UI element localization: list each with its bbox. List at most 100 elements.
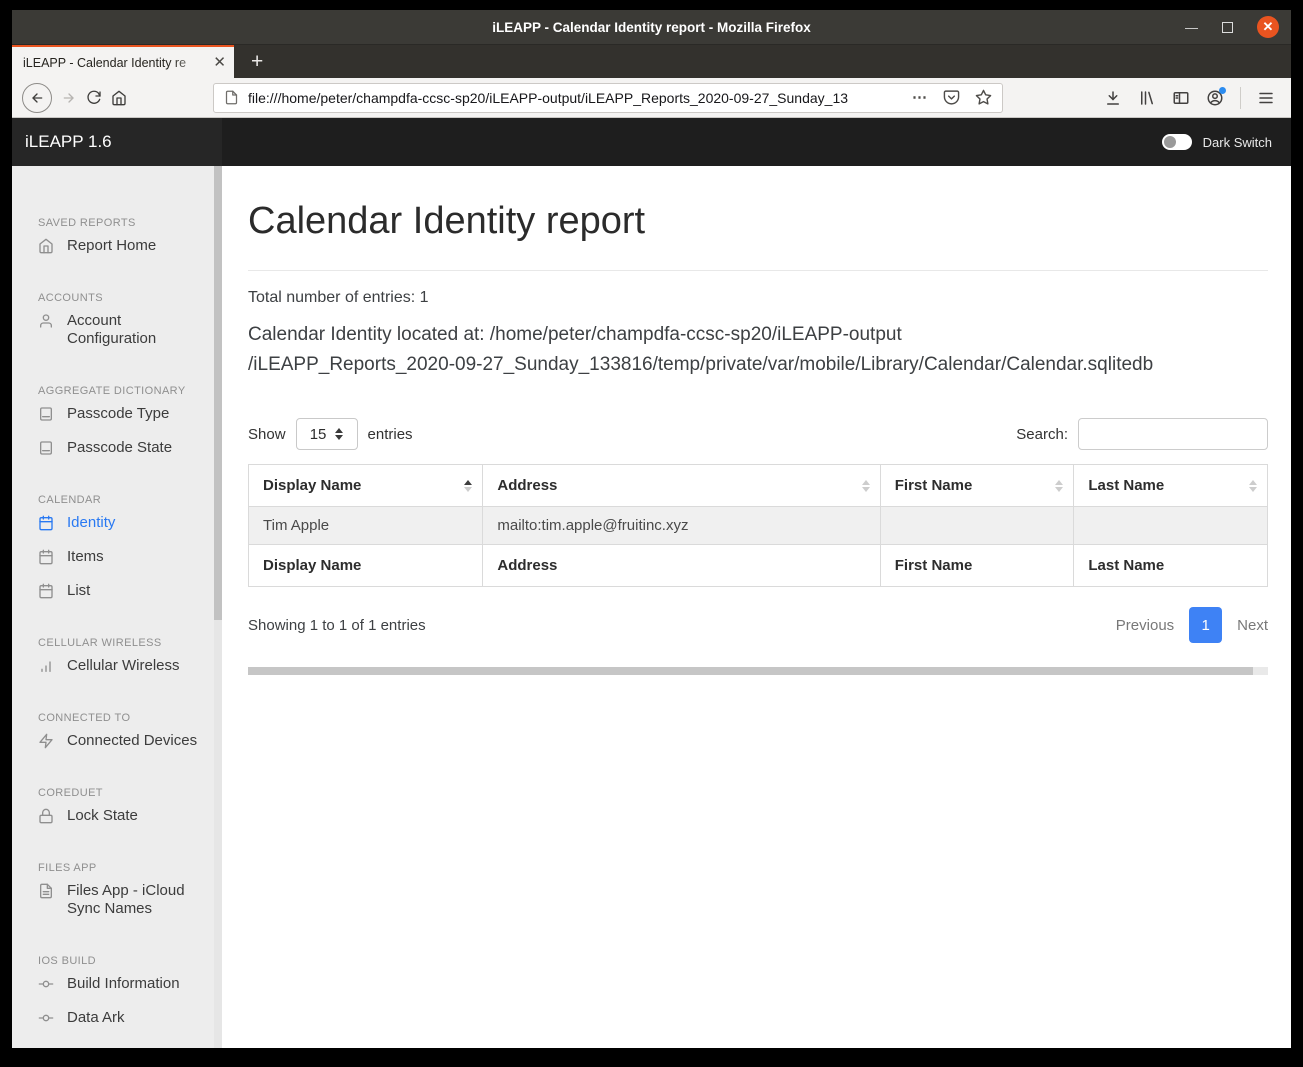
column-header-address[interactable]: Address [482, 464, 881, 508]
sidebar-item-identity[interactable]: Identity [12, 506, 222, 540]
calendar-icon [39, 515, 53, 531]
section-ios-build: IOS BUILD Build Information Data Ark [12, 955, 222, 1035]
section-title: CONNECTED TO [38, 712, 131, 724]
app-header-right: Dark Switch [222, 118, 1291, 166]
sidebar-toggle-icon[interactable] [1172, 89, 1190, 107]
file-text-icon [40, 883, 52, 899]
sidebar-item-connected-devices[interactable]: Connected Devices [12, 724, 222, 758]
reload-button[interactable] [86, 90, 102, 106]
tab-calendar-identity[interactable]: iLEAPP - Calendar Identity re ✕ [12, 45, 234, 78]
column-label: Last Name [1088, 477, 1165, 495]
page-length-value: 15 [309, 425, 327, 443]
sidebar-item-label: Connected Devices [67, 732, 198, 749]
search-input[interactable] [1078, 418, 1268, 451]
home-icon [112, 90, 126, 105]
search-label: Search: [1016, 425, 1068, 443]
sidebar-item-label: Data Ark [67, 1009, 125, 1026]
section-title: ACCOUNTS [38, 292, 103, 304]
sidebar-scrollbar[interactable] [214, 166, 222, 1048]
sidebar-item-items[interactable]: Items [12, 540, 222, 574]
page-length-control: Show 15 entries [248, 418, 413, 451]
bookmark-star-icon[interactable] [975, 89, 992, 106]
home-icon [39, 238, 53, 254]
tab-close-icon[interactable]: ✕ [213, 55, 226, 70]
section-files-app: FILES APP Files App - iCloud Sync Names [12, 862, 222, 926]
close-icon[interactable]: ✕ [1257, 16, 1279, 38]
toolbar-separator [1240, 86, 1241, 109]
sidebar-item-label: Items [67, 548, 104, 565]
minimize-icon[interactable]: — [1185, 21, 1198, 34]
page-title: Calendar Identity report [248, 200, 646, 242]
column-label: Address [497, 477, 558, 495]
sidebar-item-report-home[interactable]: Report Home [12, 229, 222, 263]
sidebar-item-account-configuration[interactable]: Account Configuration [12, 304, 222, 356]
tablet-icon [40, 407, 52, 421]
sidebar-item-cellular-wireless[interactable]: Cellular Wireless [12, 649, 222, 683]
sidebar-item-build-information[interactable]: Build Information [12, 967, 222, 1001]
search-control: Search: [1016, 418, 1268, 451]
window-titlebar: iLEAPP - Calendar Identity report - Mozi… [12, 10, 1291, 44]
window-title: iLEAPP - Calendar Identity report - Mozi… [492, 19, 811, 35]
cell-last-name [1073, 506, 1268, 546]
menu-hamburger-icon[interactable] [1257, 89, 1275, 107]
horizontal-scrollbar[interactable] [248, 667, 1268, 676]
back-arrow-icon [32, 92, 43, 103]
library-icon[interactable] [1138, 89, 1156, 107]
dark-mode-toggle[interactable] [1161, 134, 1192, 150]
column-header-last-name[interactable]: Last Name [1073, 464, 1268, 508]
sort-icon [1249, 479, 1257, 492]
sidebar-item-label: Account Configuration [67, 312, 157, 347]
pocket-icon[interactable] [943, 89, 960, 106]
new-tab-button[interactable]: + [251, 51, 263, 72]
sidebar-item-label: Identity [67, 514, 116, 531]
next-page-button[interactable]: Next [1237, 617, 1268, 634]
sidebar-item-label: Build Information [67, 975, 180, 992]
page-length-select[interactable]: 15 [295, 418, 358, 451]
sidebar-item-files-app-icloud-sync-names[interactable]: Files App - iCloud Sync Names [12, 874, 222, 926]
sidebar-item-passcode-state[interactable]: Passcode State [12, 431, 222, 465]
cell-first-name [879, 506, 1075, 546]
maximize-icon[interactable] [1222, 21, 1233, 33]
tab-strip: iLEAPP - Calendar Identity re ✕ + [12, 44, 1291, 78]
url-bar[interactable]: file:///home/peter/champdfa-ccsc-sp20/iL… [213, 82, 1003, 113]
account-button[interactable] [1206, 86, 1226, 107]
page-1-button[interactable]: 1 [1189, 607, 1223, 644]
footer-last-name: Last Name [1073, 544, 1268, 588]
section-aggregate-dictionary: AGGREGATE DICTIONARY Passcode Type Passc… [12, 385, 222, 465]
column-header-display-name[interactable]: Display Name [247, 464, 484, 508]
page-actions-icon[interactable]: ⋯ [912, 90, 928, 105]
sidebar-item-passcode-type[interactable]: Passcode Type [12, 397, 222, 431]
user-icon [40, 314, 52, 328]
download-icon[interactable] [1104, 89, 1122, 107]
home-button[interactable] [111, 90, 127, 106]
app-brand: iLEAPP 1.6 [25, 132, 112, 151]
footer-display-name: Display Name [247, 544, 484, 588]
column-header-first-name[interactable]: First Name [879, 464, 1075, 508]
sidebar-item-list[interactable]: List [12, 574, 222, 608]
sidebar-item-label: Passcode State [67, 439, 173, 456]
horizontal-scrollbar-thumb[interactable] [248, 667, 1253, 676]
page-icon [225, 90, 238, 105]
section-title: AGGREGATE DICTIONARY [38, 385, 186, 397]
sidebar-scrollbar-thumb[interactable] [214, 166, 222, 620]
previous-page-button[interactable]: Previous [1116, 617, 1174, 634]
forward-button[interactable] [61, 90, 77, 106]
sidebar-item-data-ark[interactable]: Data Ark [12, 1001, 222, 1035]
tablet-icon [40, 441, 52, 455]
section-title: CELLULAR WIRELESS [38, 637, 162, 649]
located-path-line1: Calendar Identity located at: /home/pete… [248, 324, 902, 345]
url-text: file:///home/peter/champdfa-ccsc-sp20/iL… [248, 89, 904, 106]
content-area: SAVED REPORTS Report Home ACCOUNTS Accou… [12, 166, 1291, 1048]
table-row: Tim Apple mailto:tim.apple@fruitinc.xyz [247, 506, 1268, 546]
section-title: SAVED REPORTS [38, 217, 136, 229]
sidebar-item-lock-state[interactable]: Lock State [12, 799, 222, 833]
notification-dot [1219, 86, 1226, 94]
back-button[interactable] [22, 82, 52, 113]
sidebar-item-label: Passcode Type [67, 405, 170, 422]
sidebar-item-label: Cellular Wireless [67, 657, 180, 674]
table-info-row: Showing 1 to 1 of 1 entries Previous 1 N… [248, 607, 1268, 644]
section-cellular-wireless: CELLULAR WIRELESS Cellular Wireless [12, 637, 222, 683]
toolbar-right-icons [1104, 86, 1281, 109]
sidebar: SAVED REPORTS Report Home ACCOUNTS Accou… [12, 166, 222, 1048]
section-accounts: ACCOUNTS Account Configuration [12, 292, 222, 356]
